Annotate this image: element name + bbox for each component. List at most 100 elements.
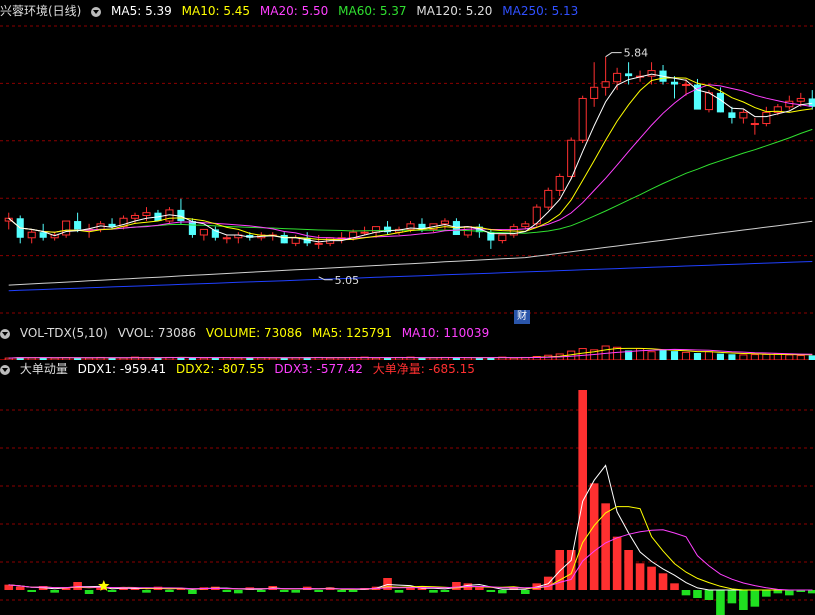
candle-body <box>555 175 564 191</box>
legend-ma60: MA60: 5.37 <box>338 4 407 18</box>
ddx-bar <box>222 590 232 592</box>
volume-bar <box>796 355 805 360</box>
candle-body <box>39 232 47 238</box>
ma10-line <box>8 77 813 241</box>
ddx-chart[interactable] <box>0 378 815 615</box>
ddx-bar <box>452 582 461 590</box>
volume-bar <box>681 351 691 360</box>
legend-ma250: MA250: 5.13 <box>502 4 579 18</box>
candle-body <box>739 111 748 119</box>
ddx-bar <box>624 550 633 590</box>
candle-body <box>762 111 771 125</box>
candle-body <box>130 214 140 219</box>
ma5-line <box>8 73 813 243</box>
ddx-bar <box>635 563 645 590</box>
ddx-bar <box>84 590 94 594</box>
ddx-bar <box>429 590 438 593</box>
volume-bar <box>509 357 518 360</box>
ma20-line <box>8 84 813 240</box>
ddx-bar <box>670 583 679 590</box>
volume-bar <box>704 351 714 360</box>
candle-body <box>808 98 815 107</box>
volume-bar <box>762 353 771 360</box>
ddx-bar <box>566 550 576 590</box>
vol-title: VOL-TDX(5,10) <box>19 326 108 340</box>
ddx2-line <box>8 506 813 591</box>
candle-body <box>750 123 759 126</box>
ddx3-line <box>8 529 813 591</box>
legend-ma20: MA20: 5.50 <box>259 4 329 18</box>
ddx-bar <box>647 566 656 590</box>
legend-vvol: VVOL: 73086 <box>117 326 197 340</box>
candle-body <box>440 220 449 225</box>
candle-body <box>613 72 622 83</box>
legend-ddx2: DDX2: -807.55 <box>176 362 265 376</box>
ddx-header: 大单动量 DDX1: -959.41 DDX2: -807.55 DDX3: -… <box>0 360 481 378</box>
volume-bar <box>659 349 667 360</box>
ddx-bar <box>475 587 484 590</box>
candle-body <box>360 231 369 234</box>
ddx-bar <box>578 390 587 590</box>
ddx1-line <box>8 464 813 591</box>
candle-body <box>222 237 231 240</box>
ma60-line <box>8 128 813 234</box>
ddx-bar <box>256 590 266 592</box>
ddx-bar <box>142 590 151 593</box>
collapse-icon[interactable] <box>0 364 10 375</box>
ddx-bar <box>234 590 243 594</box>
volume-bar <box>785 354 794 360</box>
legend-vol-ma10: MA10: 110039 <box>401 326 490 340</box>
ddx-bar <box>498 590 507 594</box>
ddx-bar <box>73 582 82 590</box>
vol-header: VOL-TDX(5,10) VVOL: 73086 VOLUME: 73086 … <box>0 324 495 342</box>
candle-body <box>578 97 587 141</box>
legend-net: 大单净量: -685.15 <box>372 362 475 376</box>
volume-bar <box>728 354 736 360</box>
legend-ddx3: DDX3: -577.42 <box>274 362 363 376</box>
ddx-bar <box>337 590 346 592</box>
candle-body <box>728 112 736 118</box>
candle-body <box>625 73 633 77</box>
max-price-label: 5.84 <box>624 47 649 60</box>
ddx-bar <box>314 590 323 592</box>
ddx-bar <box>727 590 737 604</box>
ddx-bar <box>27 590 37 592</box>
candle-body <box>670 81 679 85</box>
candle-body <box>601 81 610 88</box>
volume-bar <box>808 355 815 360</box>
min-price-label: 5.05 <box>335 274 360 287</box>
volume-bar <box>670 351 679 360</box>
ddx-bar <box>739 590 748 610</box>
volume-bar <box>716 353 724 360</box>
legend-ma5: MA5: 5.39 <box>111 4 172 18</box>
ddx-bar <box>50 590 59 593</box>
ddx-bar <box>279 590 289 592</box>
ddx-bar <box>784 590 794 596</box>
ddx-title: 大单动量 <box>19 362 68 376</box>
ddx-bar <box>612 536 622 590</box>
candle-body <box>372 226 381 233</box>
ddx-bar <box>107 590 117 592</box>
price-chart[interactable]: 5.84 5.05 <box>0 18 815 323</box>
collapse-icon[interactable] <box>0 328 10 339</box>
candle-body <box>704 92 714 111</box>
candle-body <box>74 221 82 230</box>
ddx-bar <box>750 590 760 607</box>
ddx-bar <box>291 590 301 593</box>
ddx-bar <box>188 590 197 594</box>
ddx-bar <box>165 590 174 592</box>
candle-body <box>521 223 530 228</box>
ddx-bar <box>555 550 565 590</box>
candle-body <box>27 231 36 239</box>
volume-bar <box>578 348 587 360</box>
candle-body <box>280 234 288 244</box>
finance-badge[interactable]: 财 <box>514 310 530 324</box>
volume-chart[interactable] <box>0 342 815 360</box>
candle-body <box>681 84 691 87</box>
legend-volume: VOLUME: 73086 <box>205 326 303 340</box>
collapse-icon[interactable] <box>91 6 102 17</box>
ddx-bar <box>658 573 668 590</box>
ma250-line <box>8 261 813 292</box>
volume-bar <box>750 354 759 360</box>
candle-body <box>498 234 507 242</box>
